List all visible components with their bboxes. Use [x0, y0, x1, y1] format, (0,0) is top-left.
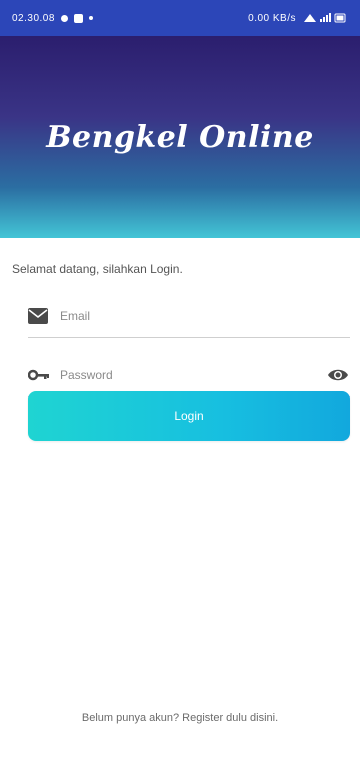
login-button-label: Login	[174, 409, 204, 423]
notification-dot-icon	[60, 14, 68, 22]
password-input[interactable]	[56, 367, 326, 382]
more-dot-icon	[88, 16, 93, 20]
notification-app-icon	[73, 13, 83, 23]
login-screen: 02.30.08 0.00 KB/s Bengkel Online Selama…	[0, 0, 360, 783]
status-time: 02.30.08	[12, 12, 55, 24]
key-icon	[28, 365, 56, 385]
signal-battery-icon	[304, 13, 346, 23]
app-title: Bengkel Online	[46, 119, 314, 155]
status-left: 02.30.08	[12, 13, 93, 24]
register-link[interactable]: Belum punya akun? Register dulu disini.	[0, 712, 360, 724]
login-button[interactable]: Login	[28, 391, 350, 441]
eye-icon[interactable]	[326, 365, 350, 385]
header-banner: Bengkel Online	[0, 36, 360, 238]
email-input[interactable]	[56, 308, 350, 323]
status-bar: 02.30.08 0.00 KB/s	[0, 0, 360, 36]
welcome-text: Selamat datang, silahkan Login.	[12, 262, 183, 276]
status-right: 0.00 KB/s	[248, 12, 348, 24]
network-speed: 0.00 KB/s	[248, 12, 296, 24]
email-field	[28, 294, 350, 338]
envelope-icon	[28, 306, 56, 326]
